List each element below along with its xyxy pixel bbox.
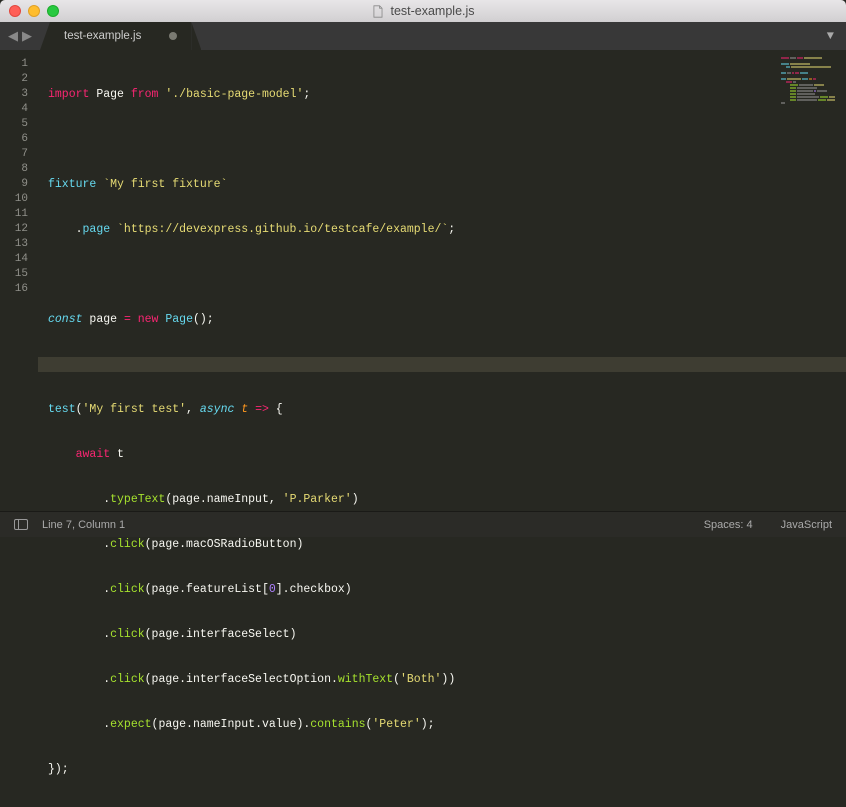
line-number: 13 bbox=[0, 237, 28, 252]
line-number: 15 bbox=[0, 267, 28, 282]
code-line: fixture `My first fixture` bbox=[38, 177, 846, 192]
line-number: 8 bbox=[0, 162, 28, 177]
line-number: 10 bbox=[0, 192, 28, 207]
code-line: .click(page.macOSRadioButton) bbox=[38, 537, 846, 552]
line-number: 4 bbox=[0, 102, 28, 117]
code-line: .expect(page.nameInput.value).contains('… bbox=[38, 717, 846, 732]
line-number: 11 bbox=[0, 207, 28, 222]
minimap[interactable] bbox=[781, 57, 836, 112]
tab-active[interactable]: test-example.js bbox=[50, 22, 191, 50]
line-number: 1 bbox=[0, 57, 28, 72]
tab-toolbar: ◀ ▶ test-example.js ▼ bbox=[0, 22, 846, 50]
file-icon bbox=[371, 5, 384, 18]
window-titlebar: test-example.js bbox=[0, 0, 846, 22]
line-gutter: 1 2 3 4 5 6 7 8 9 10 11 12 13 14 15 16 bbox=[0, 50, 38, 511]
code-line: await t bbox=[38, 447, 846, 462]
code-line: test('My first test', async t => { bbox=[38, 402, 846, 417]
window-title-text: test-example.js bbox=[390, 4, 474, 18]
minimize-window-button[interactable] bbox=[28, 5, 40, 17]
code-line: }); bbox=[38, 762, 846, 777]
window-title: test-example.js bbox=[371, 4, 474, 18]
editor-area: 1 2 3 4 5 6 7 8 9 10 11 12 13 14 15 16 i… bbox=[0, 50, 846, 511]
sidebar-toggle-icon[interactable] bbox=[14, 519, 28, 530]
code-line bbox=[38, 267, 846, 282]
line-number: 16 bbox=[0, 282, 28, 297]
tab-label: test-example.js bbox=[64, 30, 141, 42]
dirty-indicator-icon bbox=[169, 32, 177, 40]
code-line: .typeText(page.nameInput, 'P.Parker') bbox=[38, 492, 846, 507]
tab-overflow-icon[interactable]: ▼ bbox=[827, 29, 834, 43]
code-line: .page `https://devexpress.github.io/test… bbox=[38, 222, 846, 237]
line-number: 2 bbox=[0, 72, 28, 87]
back-arrow-icon[interactable]: ◀ bbox=[8, 29, 18, 44]
line-number: 6 bbox=[0, 132, 28, 147]
line-number: 9 bbox=[0, 177, 28, 192]
line-number: 14 bbox=[0, 252, 28, 267]
code-line: .click(page.interfaceSelect) bbox=[38, 627, 846, 642]
code-content[interactable]: import Page from './basic-page-model'; f… bbox=[38, 50, 846, 511]
forward-arrow-icon[interactable]: ▶ bbox=[22, 29, 32, 44]
traffic-lights bbox=[0, 5, 59, 17]
line-number: 5 bbox=[0, 117, 28, 132]
zoom-window-button[interactable] bbox=[47, 5, 59, 17]
code-line: .click(page.interfaceSelectOption.withTe… bbox=[38, 672, 846, 687]
history-nav: ◀ ▶ bbox=[0, 29, 32, 44]
code-line: .click(page.featureList[0].checkbox) bbox=[38, 582, 846, 597]
close-window-button[interactable] bbox=[9, 5, 21, 17]
code-line: import Page from './basic-page-model'; bbox=[38, 87, 846, 102]
code-line bbox=[38, 132, 846, 147]
code-line: const page = new Page(); bbox=[38, 312, 846, 327]
line-number: 12 bbox=[0, 222, 28, 237]
code-line-active bbox=[38, 357, 846, 372]
line-number: 7 bbox=[0, 147, 28, 162]
line-number: 3 bbox=[0, 87, 28, 102]
